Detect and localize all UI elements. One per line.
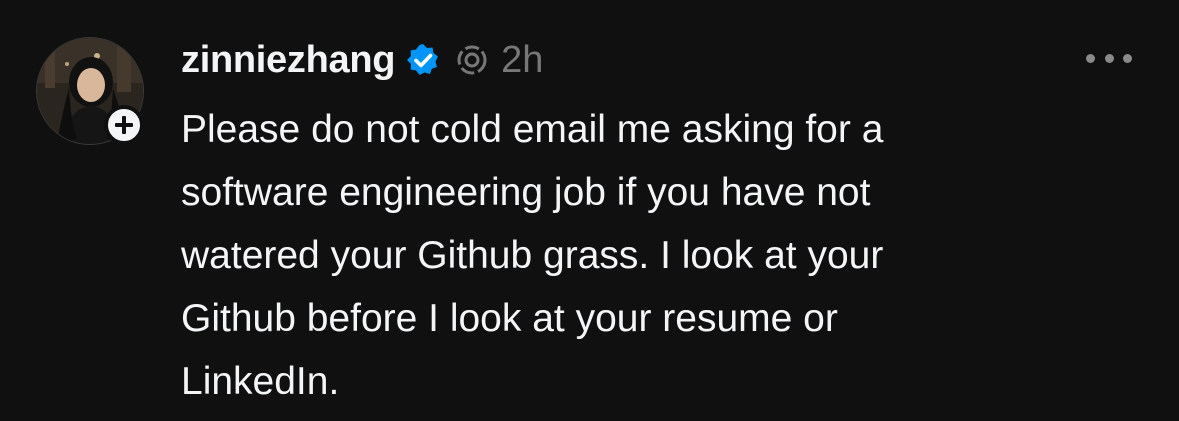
plus-icon bbox=[115, 116, 133, 134]
username-link[interactable]: zinniezhang bbox=[181, 39, 395, 82]
more-options-button[interactable] bbox=[1086, 48, 1132, 68]
thread-post: zinniezhang 2h Please do not cold email … bbox=[0, 0, 1179, 421]
follow-plus-button[interactable] bbox=[104, 105, 144, 145]
post-timestamp: 2h bbox=[501, 38, 544, 81]
post-header: zinniezhang 2h bbox=[181, 34, 543, 86]
ellipsis-icon bbox=[1086, 53, 1095, 63]
author-avatar-group[interactable] bbox=[36, 37, 144, 145]
verified-badge-icon bbox=[407, 44, 439, 75]
post-body-text: Please do not cold email me asking for a… bbox=[181, 108, 884, 403]
ellipsis-icon bbox=[1104, 53, 1114, 63]
ellipsis-icon bbox=[1123, 53, 1132, 63]
threads-ring-icon bbox=[457, 45, 487, 75]
